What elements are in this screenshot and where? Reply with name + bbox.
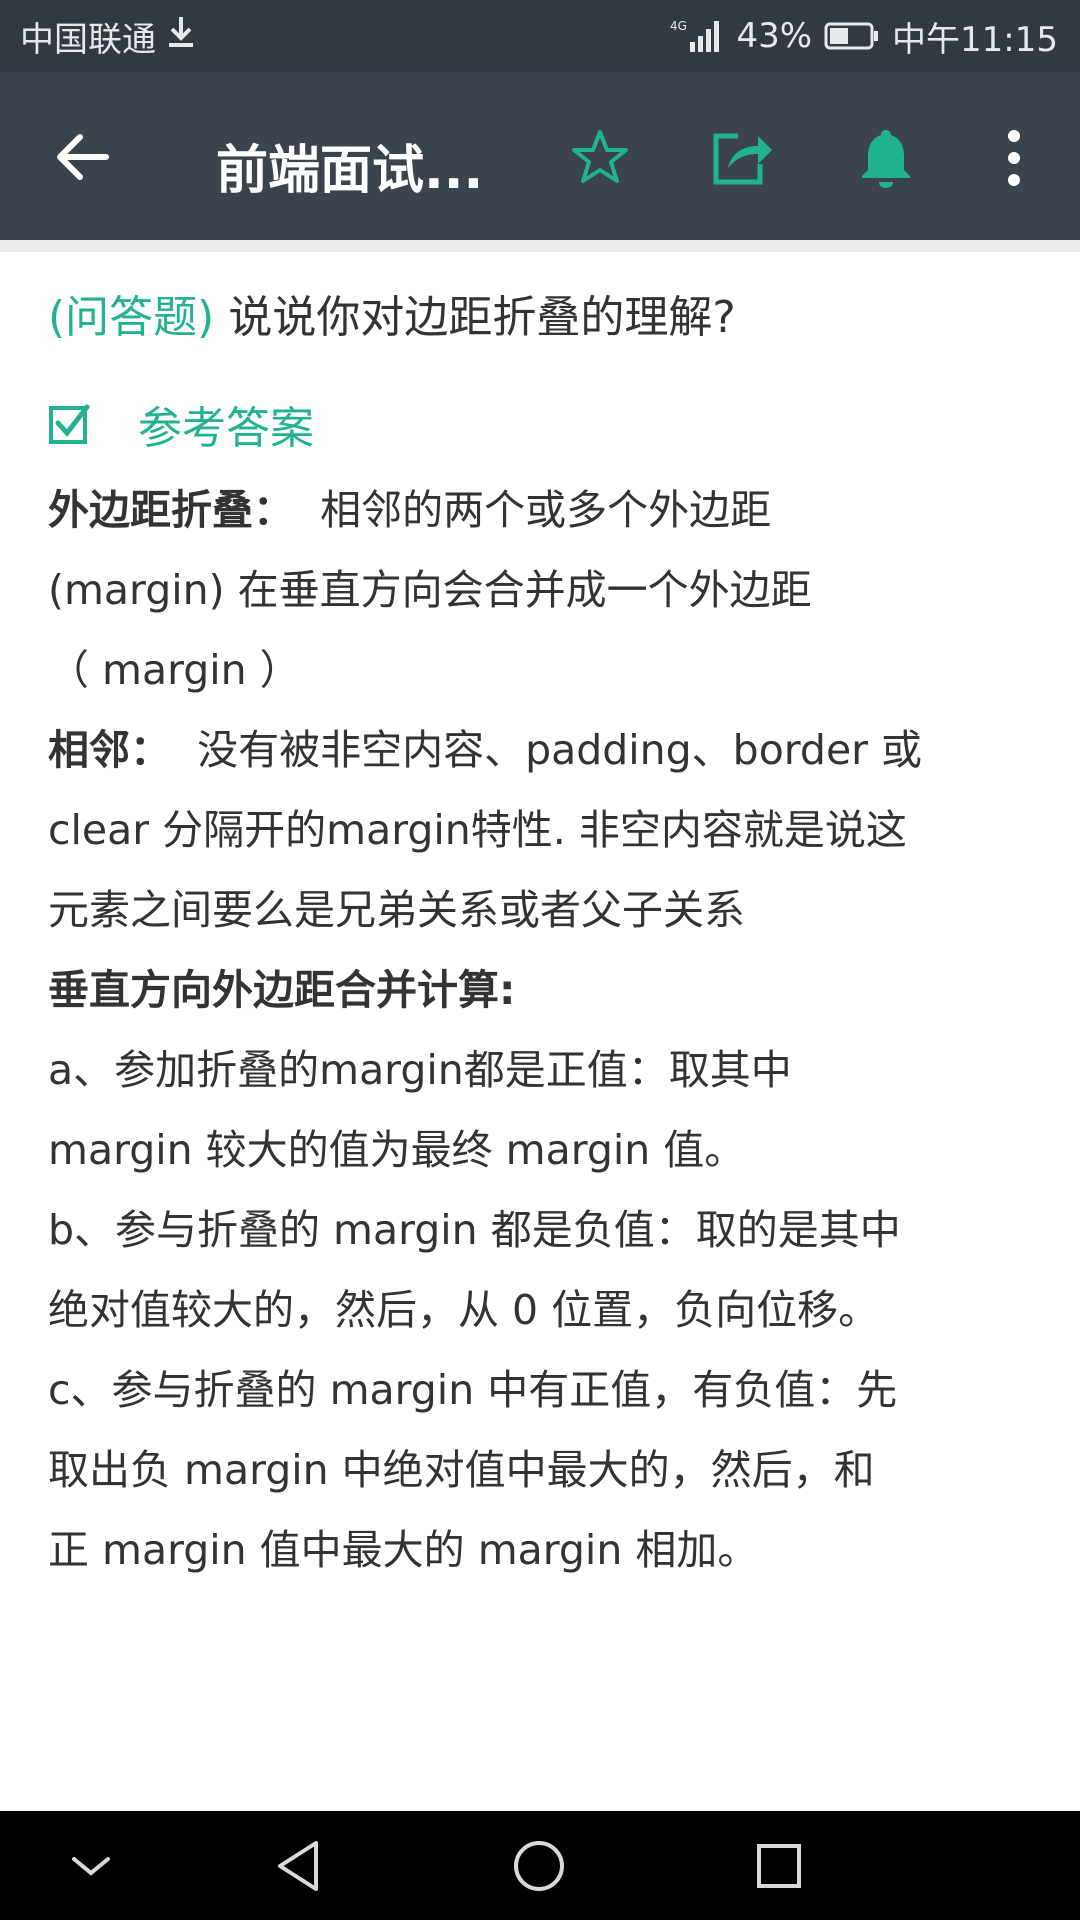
- share-icon: [713, 133, 772, 185]
- answer-text: a、参加折叠的margin都是正值：取其中: [48, 1046, 792, 1094]
- answer-text: (margin) 在垂直方向会合并成一个外边距: [48, 566, 812, 614]
- network-label: 4G: [670, 19, 687, 33]
- answer-title: 参考答案: [138, 403, 314, 454]
- answer-term: 外边距折叠：: [48, 486, 294, 534]
- battery-icon: [824, 21, 880, 51]
- app-bar: 前端面试...: [0, 72, 1080, 240]
- checkbox-icon: [49, 404, 90, 444]
- status-bar: 中国联通 4G 43% 中午11:15: [0, 0, 1080, 72]
- answer-line: 取出负 margin 中绝对值中最大的，然后，和: [48, 1430, 1038, 1510]
- answer-text: 正 margin 值中最大的 margin 相加。: [48, 1526, 759, 1574]
- nav-back-button[interactable]: [266, 1833, 332, 1899]
- carrier-label: 中国联通: [20, 19, 156, 60]
- answer-text: （ margin ）: [48, 646, 301, 694]
- nav-recent-icon: [757, 1844, 801, 1888]
- answer-line: c、参与折叠的 margin 中有正值，有负值：先: [48, 1350, 1038, 1430]
- answer-term: 垂直方向外边距合并计算:: [48, 966, 516, 1014]
- share-button[interactable]: [702, 118, 782, 198]
- more-menu-button[interactable]: [974, 118, 1054, 198]
- status-right: 4G 43% 中午11:15: [658, 12, 1058, 61]
- answer-text: margin 较大的值为最终 margin 值。: [48, 1126, 746, 1174]
- nav-recent-button[interactable]: [746, 1833, 812, 1899]
- answer-line: clear 分隔开的margin特性. 非空内容就是说这: [48, 790, 1038, 870]
- answer-text: 元素之间要么是兄弟关系或者父子关系: [48, 886, 745, 934]
- answer-line: 垂直方向外边距合并计算:: [48, 950, 1038, 1030]
- bell-icon: [862, 130, 910, 188]
- answer-line: 绝对值较大的，然后，从 0 位置，负向位移。: [48, 1270, 1038, 1350]
- answer-term: 相邻：: [48, 726, 171, 774]
- more-vert-icon: [1008, 130, 1020, 186]
- answer-text: 绝对值较大的，然后，从 0 位置，负向位移。: [48, 1286, 880, 1334]
- star-icon: [572, 130, 628, 183]
- answer-line: a、参加折叠的margin都是正值：取其中: [48, 1030, 1038, 1110]
- answer-text: 没有被非空内容、padding、border 或: [171, 726, 923, 774]
- answer-text: c、参与折叠的 margin 中有正值，有负值：先: [48, 1366, 898, 1414]
- nav-home-button[interactable]: [506, 1833, 572, 1899]
- answer-text: 取出负 margin 中绝对值中最大的，然后，和: [48, 1446, 875, 1494]
- clock: 中午11:15: [892, 19, 1058, 60]
- question-type: (问答题): [48, 292, 215, 343]
- divider: [0, 240, 1080, 252]
- answer-body: 外边距折叠： 相邻的两个或多个外边距 (margin) 在垂直方向会合并成一个外边…: [48, 470, 1038, 1590]
- answer-text: 相邻的两个或多个外边距: [294, 486, 772, 534]
- answer-line: (margin) 在垂直方向会合并成一个外边距: [48, 550, 1038, 630]
- answer-line: 外边距折叠： 相邻的两个或多个外边距: [48, 470, 1038, 550]
- answer-line: 元素之间要么是兄弟关系或者父子关系: [48, 870, 1038, 950]
- answer-line: （ margin ）: [48, 630, 1038, 710]
- nav-home-icon: [514, 1841, 564, 1891]
- download-icon: [166, 15, 196, 58]
- answer-line: 正 margin 值中最大的 margin 相加。: [48, 1510, 1038, 1590]
- favorite-button[interactable]: [560, 118, 640, 198]
- page-title: 前端面试...: [216, 141, 484, 201]
- answer-line: b、参与折叠的 margin 都是负值：取的是其中: [48, 1190, 1038, 1270]
- battery-percent: 43%: [736, 16, 813, 56]
- answer-line: margin 较大的值为最终 margin 值。: [48, 1110, 1038, 1190]
- answer-line: 相邻： 没有被非空内容、padding、border 或: [48, 710, 1038, 790]
- notification-button[interactable]: [846, 118, 926, 198]
- navigation-bar: [0, 1811, 1080, 1920]
- back-arrow-icon: [57, 134, 109, 180]
- hide-button[interactable]: [58, 1833, 124, 1899]
- signal-icon: 4G: [670, 18, 724, 54]
- question-text: 说说你对边距折叠的理解?: [214, 292, 736, 343]
- answer-text: b、参与折叠的 margin 都是负值：取的是其中: [48, 1206, 901, 1254]
- question-content: (问答题) 说说你对边距折叠的理解? 参考答案 外边距折叠： 相邻的两个或多个外…: [48, 252, 1038, 1590]
- status-left: 中国联通: [20, 12, 196, 61]
- nav-back-icon: [278, 1841, 318, 1891]
- chevron-down-icon: [72, 1857, 110, 1876]
- answer-header[interactable]: 参考答案: [48, 392, 1038, 456]
- back-button[interactable]: [48, 122, 118, 192]
- answer-text: clear 分隔开的margin特性. 非空内容就是说这: [48, 806, 907, 854]
- question: (问答题) 说说你对边距折叠的理解?: [48, 286, 1038, 350]
